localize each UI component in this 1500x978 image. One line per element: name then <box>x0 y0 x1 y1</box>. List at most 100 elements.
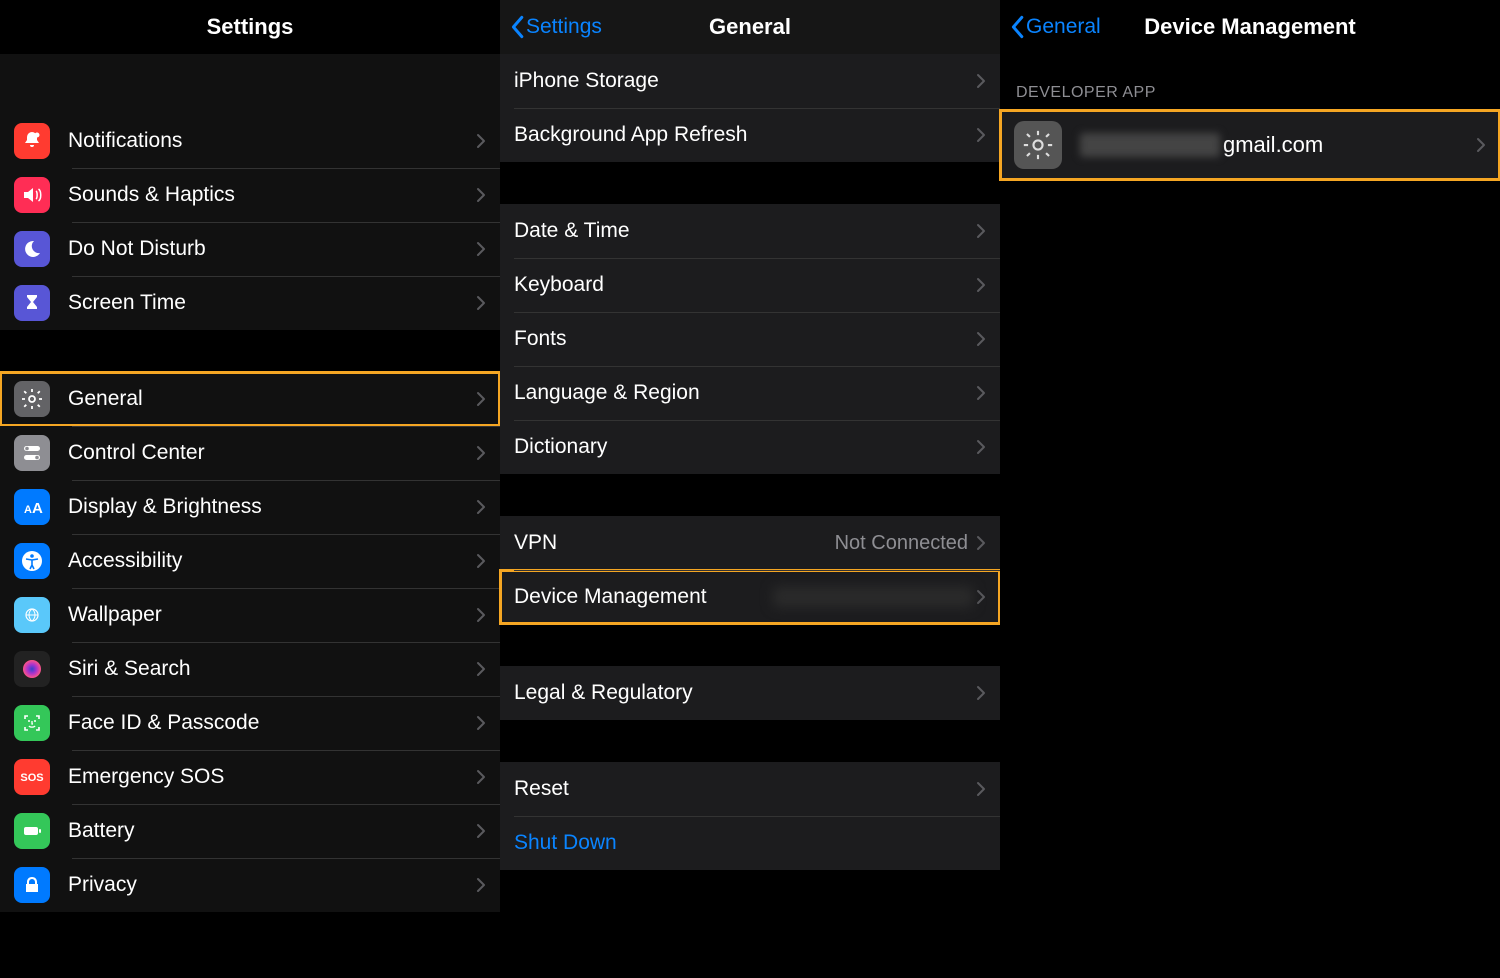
settings-row-display-brightness[interactable]: AA Display & Brightness <box>0 480 500 534</box>
developer-app-row[interactable]: gmail.com <box>1000 110 1500 180</box>
settings-row-do-not-disturb[interactable]: Do Not Disturb <box>0 222 500 276</box>
row-label: Notifications <box>68 115 476 167</box>
siri-icon <box>14 651 50 687</box>
wallpaper-icon <box>14 597 50 633</box>
row-label: Device Management <box>514 571 773 623</box>
settings-row-notifications[interactable]: Notifications <box>0 114 500 168</box>
settings-row-control-center[interactable]: Control Center <box>0 426 500 480</box>
svg-text:A: A <box>24 504 32 516</box>
spacer <box>500 162 1000 204</box>
svg-text:SOS: SOS <box>20 772 43 784</box>
chevron-right-icon <box>976 439 986 455</box>
general-row-dictionary[interactable]: Dictionary <box>500 420 1000 474</box>
chevron-right-icon <box>476 391 486 407</box>
spacer <box>0 54 500 114</box>
row-value: Not Connected <box>835 532 968 555</box>
privacy-icon <box>14 867 50 903</box>
chevron-right-icon <box>476 661 486 677</box>
svg-text:A: A <box>32 500 43 517</box>
chevron-right-icon <box>476 823 486 839</box>
moon-icon <box>14 231 50 267</box>
back-label: Settings <box>526 15 602 39</box>
blurred-email-prefix <box>1080 133 1220 157</box>
chevron-right-icon <box>976 73 986 89</box>
general-row-language-region[interactable]: Language & Region <box>500 366 1000 420</box>
settings-row-siri-search[interactable]: Siri & Search <box>0 642 500 696</box>
row-label: Wallpaper <box>68 589 476 641</box>
chevron-right-icon <box>976 535 986 551</box>
chevron-right-icon <box>976 277 986 293</box>
faceid-icon <box>14 705 50 741</box>
row-label: Screen Time <box>68 277 476 329</box>
settings-row-battery[interactable]: Battery <box>0 804 500 858</box>
spacer <box>500 474 1000 516</box>
row-label: General <box>68 373 476 425</box>
row-label: Sounds & Haptics <box>68 169 476 221</box>
general-row-background-app-refresh[interactable]: Background App Refresh <box>500 108 1000 162</box>
chevron-right-icon <box>976 589 986 605</box>
row-label: Privacy <box>68 859 476 911</box>
chevron-right-icon <box>476 133 486 149</box>
gear-app-icon <box>1014 121 1062 169</box>
settings-row-face-id-passcode[interactable]: Face ID & Passcode <box>0 696 500 750</box>
general-panel: Settings General iPhone StorageBackgroun… <box>500 0 1000 978</box>
chevron-right-icon <box>476 499 486 515</box>
settings-panel: Settings NotificationsSounds & HapticsDo… <box>0 0 500 978</box>
general-row-keyboard[interactable]: Keyboard <box>500 258 1000 312</box>
row-label: Keyboard <box>514 259 976 311</box>
general-row-fonts[interactable]: Fonts <box>500 312 1000 366</box>
text-size-icon: AA <box>14 489 50 525</box>
general-row-iphone-storage[interactable]: iPhone Storage <box>500 54 1000 108</box>
general-row-device-management[interactable]: Device Management <box>500 570 1000 624</box>
speaker-icon <box>14 177 50 213</box>
spacer <box>500 720 1000 762</box>
row-label: Siri & Search <box>68 643 476 695</box>
chevron-right-icon <box>976 685 986 701</box>
settings-row-emergency-sos[interactable]: SOS Emergency SOS <box>0 750 500 804</box>
row-label: VPN <box>514 517 835 569</box>
row-label: Emergency SOS <box>68 751 476 803</box>
general-row-legal-regulatory[interactable]: Legal & Regulatory <box>500 666 1000 720</box>
sos-icon: SOS <box>14 759 50 795</box>
chevron-right-icon <box>476 715 486 731</box>
device-management-navbar: General Device Management <box>1000 0 1500 54</box>
row-label: iPhone Storage <box>514 55 976 107</box>
row-label: Display & Brightness <box>68 481 476 533</box>
chevron-right-icon <box>476 241 486 257</box>
general-row-shut-down[interactable]: Shut Down <box>500 816 1000 870</box>
chevron-left-icon <box>1008 15 1026 39</box>
general-row-reset[interactable]: Reset <box>500 762 1000 816</box>
settings-row-screen-time[interactable]: Screen Time <box>0 276 500 330</box>
back-label: General <box>1026 15 1101 39</box>
row-label: Fonts <box>514 313 976 365</box>
chevron-right-icon <box>976 385 986 401</box>
settings-row-wallpaper[interactable]: Wallpaper <box>0 588 500 642</box>
switches-icon <box>14 435 50 471</box>
row-label: Shut Down <box>514 817 986 869</box>
developer-app-section-header: DEVELOPER APP <box>1000 54 1500 110</box>
settings-row-accessibility[interactable]: Accessibility <box>0 534 500 588</box>
row-label: Control Center <box>68 427 476 479</box>
chevron-right-icon <box>1476 137 1486 153</box>
chevron-right-icon <box>476 877 486 893</box>
hourglass-icon <box>14 285 50 321</box>
row-label: Legal & Regulatory <box>514 667 976 719</box>
chevron-right-icon <box>476 553 486 569</box>
general-row-date-time[interactable]: Date & Time <box>500 204 1000 258</box>
back-to-general-button[interactable]: General <box>1008 15 1101 39</box>
settings-row-privacy[interactable]: Privacy <box>0 858 500 912</box>
back-to-settings-button[interactable]: Settings <box>508 15 602 39</box>
row-label: Date & Time <box>514 205 976 257</box>
settings-row-sounds-haptics[interactable]: Sounds & Haptics <box>0 168 500 222</box>
row-label: Dictionary <box>514 421 976 473</box>
general-navbar: Settings General <box>500 0 1000 54</box>
settings-row-general[interactable]: General <box>0 372 500 426</box>
spacer <box>0 330 500 372</box>
device-management-panel: General Device Management DEVELOPER APP … <box>1000 0 1500 978</box>
settings-title: Settings <box>0 14 500 40</box>
battery-icon <box>14 813 50 849</box>
settings-navbar: Settings <box>0 0 500 54</box>
row-label: Reset <box>514 763 976 815</box>
general-row-vpn[interactable]: VPNNot Connected <box>500 516 1000 570</box>
chevron-right-icon <box>476 295 486 311</box>
